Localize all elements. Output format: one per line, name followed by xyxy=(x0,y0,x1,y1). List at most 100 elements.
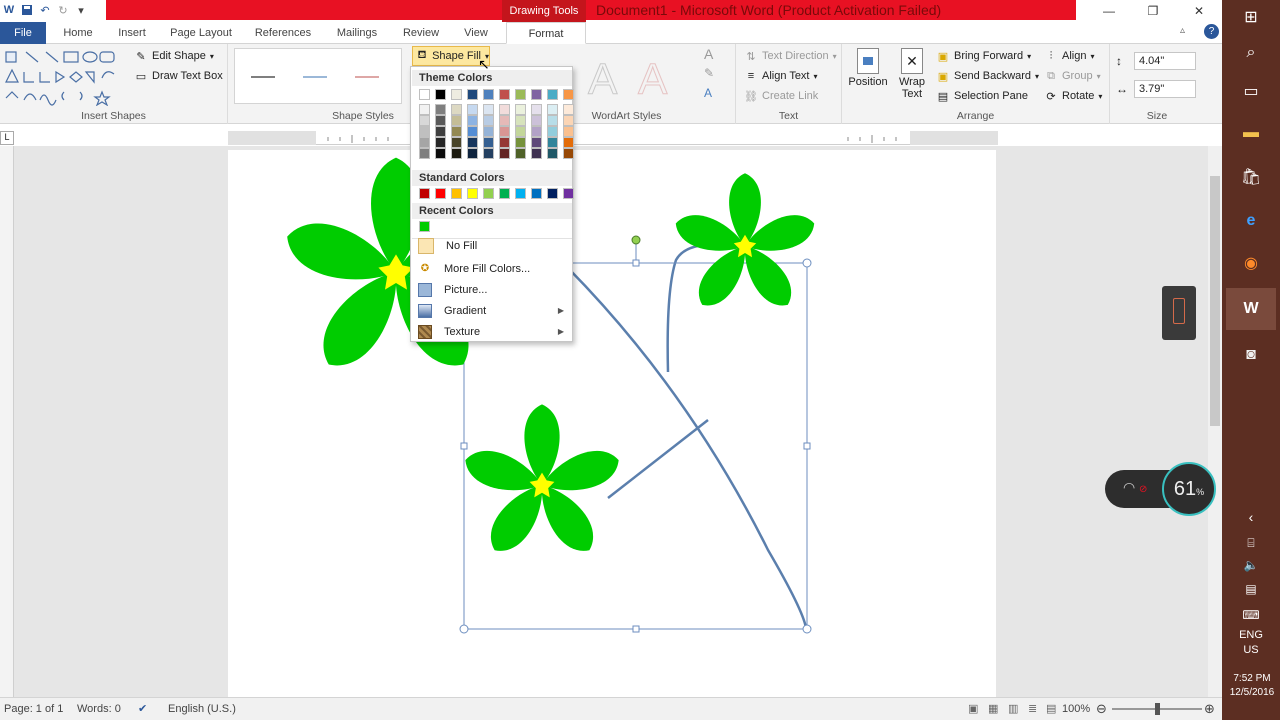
page-count[interactable]: Page: 1 of 1 xyxy=(4,698,63,720)
theme-shade-swatch[interactable] xyxy=(467,137,478,148)
redo-icon[interactable]: ↻ xyxy=(56,3,70,17)
horizontal-ruler[interactable] xyxy=(228,131,998,145)
theme-shade-swatch[interactable] xyxy=(515,137,526,148)
theme-shade-swatch[interactable] xyxy=(531,115,542,126)
word-taskbar-icon[interactable]: W xyxy=(1226,288,1276,330)
zoom-slider[interactable] xyxy=(1112,703,1202,715)
create-link-button[interactable]: ⛓ Create Link xyxy=(744,86,818,106)
wrap-text-button[interactable]: ✕ Wrap Text xyxy=(892,48,932,100)
theme-shade-swatch[interactable] xyxy=(563,115,574,126)
tab-page-layout[interactable]: Page Layout xyxy=(166,22,236,44)
theme-shade-swatch[interactable] xyxy=(563,148,574,159)
theme-shade-swatch[interactable] xyxy=(547,115,558,126)
tab-mailings[interactable]: Mailings xyxy=(330,22,384,44)
standard-color-swatch[interactable] xyxy=(451,188,462,199)
theme-shade-swatch[interactable] xyxy=(451,148,462,159)
standard-color-swatch[interactable] xyxy=(419,188,430,199)
text-effects-icon[interactable]: A xyxy=(704,86,712,100)
collapse-ribbon-icon[interactable]: ▵ xyxy=(1180,25,1185,36)
store-icon[interactable]: 🛍 xyxy=(1226,160,1276,194)
theme-shade-swatch[interactable] xyxy=(547,126,558,137)
theme-shade-swatch[interactable] xyxy=(419,148,430,159)
theme-shade-swatch[interactable] xyxy=(483,115,494,126)
more-fill-colors-item[interactable]: ✪ More Fill Colors... xyxy=(412,258,572,279)
texture-item[interactable]: Texture ▶ xyxy=(412,321,572,342)
tab-insert[interactable]: Insert xyxy=(112,22,152,44)
theme-shade-swatch[interactable] xyxy=(451,115,462,126)
standard-color-swatch[interactable] xyxy=(515,188,526,199)
theme-shade-swatch[interactable] xyxy=(483,137,494,148)
theme-shade-swatch[interactable] xyxy=(547,137,558,148)
tab-references[interactable]: References xyxy=(250,22,316,44)
theme-shade-swatch[interactable] xyxy=(419,137,430,148)
theme-shade-swatch[interactable] xyxy=(467,148,478,159)
no-fill-item[interactable]: No Fill xyxy=(412,235,572,256)
theme-color-swatch[interactable] xyxy=(499,89,510,100)
scroll-thumb[interactable] xyxy=(1210,176,1220,426)
theme-color-swatch[interactable] xyxy=(451,89,462,100)
flower-bottom[interactable] xyxy=(460,404,624,560)
theme-shade-swatch[interactable] xyxy=(547,104,558,115)
theme-shade-swatch[interactable] xyxy=(419,104,430,115)
standard-color-swatch[interactable] xyxy=(467,188,478,199)
close-button[interactable]: ✕ xyxy=(1176,0,1222,22)
theme-shade-swatch[interactable] xyxy=(515,115,526,126)
text-outline-icon[interactable]: ✎ xyxy=(704,66,714,80)
theme-color-swatch[interactable] xyxy=(515,89,526,100)
theme-shade-swatch[interactable] xyxy=(435,104,446,115)
standard-color-swatch[interactable] xyxy=(435,188,446,199)
theme-shade-swatch[interactable] xyxy=(435,126,446,137)
firefox-icon[interactable]: ◉ xyxy=(1226,246,1276,280)
selection-pane-button[interactable]: ▤ Selection Pane xyxy=(936,86,1028,106)
theme-shade-swatch[interactable] xyxy=(467,115,478,126)
view-full-screen-icon[interactable]: ▦ xyxy=(988,698,998,720)
rotate-button[interactable]: ⟳ Rotate ▾ xyxy=(1044,86,1102,106)
theme-shade-swatch[interactable] xyxy=(515,126,526,137)
theme-shade-swatch[interactable] xyxy=(499,104,510,115)
tab-format[interactable]: Format xyxy=(506,22,586,44)
shape-height-field[interactable]: 4.04" xyxy=(1134,52,1196,70)
theme-shade-swatch[interactable] xyxy=(531,104,542,115)
standard-color-swatch[interactable] xyxy=(483,188,494,199)
theme-shade-swatch[interactable] xyxy=(563,126,574,137)
theme-shade-swatch[interactable] xyxy=(419,115,430,126)
theme-shade-swatch[interactable] xyxy=(467,104,478,115)
clock[interactable]: 7:52 PM 12/5/2016 xyxy=(1224,672,1280,700)
text-fill-icon[interactable]: A xyxy=(704,46,713,62)
rotation-handle[interactable] xyxy=(631,235,641,245)
theme-color-swatch[interactable] xyxy=(531,89,542,100)
input-language[interactable]: ENG US xyxy=(1226,628,1276,658)
theme-color-swatch[interactable] xyxy=(563,89,574,100)
draw-text-box-button[interactable]: ▭ Draw Text Box xyxy=(134,66,223,86)
shape-styles-gallery[interactable] xyxy=(234,48,402,104)
vertical-scrollbar[interactable] xyxy=(1208,146,1222,697)
position-button[interactable]: Position xyxy=(848,48,888,88)
theme-shade-swatch[interactable] xyxy=(563,104,574,115)
tab-review[interactable]: Review xyxy=(398,22,444,44)
theme-shade-swatch[interactable] xyxy=(515,148,526,159)
theme-shade-swatch[interactable] xyxy=(563,137,574,148)
document-page[interactable] xyxy=(228,150,996,697)
wordart-gallery[interactable]: AA xyxy=(578,48,688,105)
word-count[interactable]: Words: 0 xyxy=(77,698,121,720)
edit-shape-button[interactable]: ✎ Edit Shape ▾ xyxy=(134,46,213,66)
theme-shade-swatch[interactable] xyxy=(435,137,446,148)
vertical-ruler[interactable] xyxy=(0,146,14,712)
theme-shade-swatch[interactable] xyxy=(483,104,494,115)
view-outline-icon[interactable]: ≣ xyxy=(1028,698,1037,720)
theme-shade-swatch[interactable] xyxy=(483,126,494,137)
search-icon[interactable]: ⌕ xyxy=(1226,36,1276,70)
theme-color-swatch[interactable] xyxy=(419,89,430,100)
theme-shade-swatch[interactable] xyxy=(451,126,462,137)
flower-top-right[interactable] xyxy=(671,173,819,314)
theme-shade-swatch[interactable] xyxy=(451,137,462,148)
theme-shade-swatch[interactable] xyxy=(531,137,542,148)
theme-color-swatch[interactable] xyxy=(467,89,478,100)
send-backward-button[interactable]: ▣ Send Backward ▾ xyxy=(936,66,1039,86)
standard-color-swatch[interactable] xyxy=(499,188,510,199)
standard-color-swatch[interactable] xyxy=(531,188,542,199)
theme-shade-swatch[interactable] xyxy=(499,137,510,148)
theme-shade-swatch[interactable] xyxy=(499,126,510,137)
view-web-icon[interactable]: ▥ xyxy=(1008,698,1018,720)
standard-color-swatch[interactable] xyxy=(563,188,574,199)
